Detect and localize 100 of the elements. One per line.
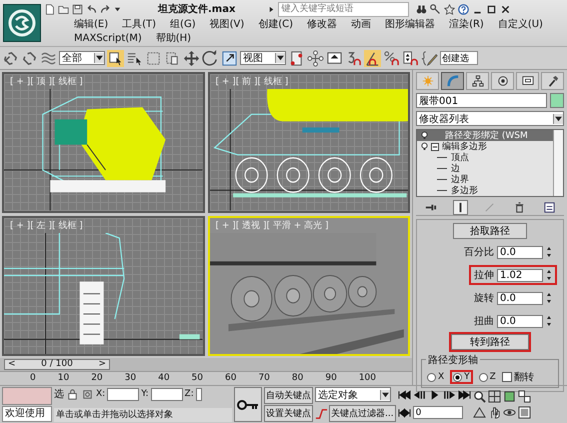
binoculars-icon[interactable] [416,4,428,14]
spinner-row[interactable]: 拉伸 1.02 [469,265,557,285]
save-icon[interactable] [72,4,83,14]
search-field[interactable]: 键入关键字或短语 [278,2,410,16]
key-mode-dropdown[interactable]: 选定对象 [315,387,391,402]
coordinate-field[interactable] [196,388,202,400]
selection-filter-dropdown[interactable]: 全部 [59,51,105,65]
open-folder-icon[interactable] [58,4,69,14]
wave-icon[interactable] [40,50,57,66]
axis-radio[interactable]: Z [478,372,496,382]
show-end-result-icon[interactable] [454,201,467,214]
rectangle-selection-icon[interactable] [145,50,162,66]
viewport-label[interactable]: [ + ][ 前 ][ 线框 ] [210,74,408,89]
spinner-row[interactable]: 百分比 0.0 [459,242,557,262]
spinner-arrows-icon[interactable] [546,315,552,327]
app-logo-icon[interactable] [3,4,41,42]
help-icon[interactable] [458,4,470,14]
viewport-label[interactable]: [ + ][ 顶 ][ 线框 ] [4,74,202,89]
modifier-stack-item[interactable]: 路径变形绑定 (WSM [417,130,553,141]
time-slider-thumb[interactable]: < 0 / 100 > [4,359,110,370]
spinner-row[interactable]: 扭曲 0.0 [469,311,557,331]
pick-path-button[interactable]: 拾取路径 [453,223,527,239]
align-icon[interactable] [326,50,343,66]
spinner-row[interactable]: 旋转 0.0 [469,288,557,308]
undo-icon[interactable] [86,4,97,14]
set-key-button[interactable] [234,387,262,422]
next-frame-icon[interactable] [442,390,456,400]
dropdown-caret-icon[interactable] [275,53,285,63]
lightbulb-icon[interactable] [421,131,428,140]
auto-key-button[interactable]: 自动关键点 [264,387,313,404]
zoom-extents-icon[interactable] [502,390,516,403]
go-to-start-icon[interactable] [398,390,411,400]
axis-radio[interactable]: X [427,372,444,382]
star-icon[interactable] [444,4,456,14]
menu-item[interactable]: 编辑(E) [74,18,108,31]
link-icon[interactable] [2,50,19,66]
maximize-viewport-icon[interactable] [518,406,531,419]
zoom-all-icon[interactable] [488,390,501,403]
modifier-list-dropdown[interactable]: 修改器列表 [416,111,564,126]
zoom-extents-all-icon[interactable] [518,390,531,403]
modifier-stack-item[interactable]: 编辑多边形 [417,141,553,152]
spinner-field[interactable]: 0.0 [497,314,543,328]
sub-object-item[interactable]: 多边形 [417,185,553,196]
stack-scrollbar[interactable] [553,130,563,196]
tangent-curve-icon[interactable] [315,407,328,420]
move-icon[interactable] [183,50,200,66]
configure-sets-icon[interactable] [542,201,556,214]
utilities-tab[interactable] [541,72,564,90]
close-icon[interactable] [500,4,512,14]
go-to-end-icon[interactable] [458,390,471,400]
circle-icon[interactable] [496,75,508,87]
collapse-box-icon[interactable] [431,142,439,150]
dropdown-caret-icon[interactable] [94,53,104,63]
menu-item[interactable]: 帮助(H) [156,32,192,45]
menu-item[interactable]: 渲染(R) [449,18,484,31]
set-key-mode-button[interactable]: 设置关键点 [264,405,313,422]
sub-object-item[interactable]: 顶点 [417,152,553,163]
spinner-field[interactable]: 1.02 [497,268,543,282]
hammer-icon[interactable] [546,75,558,87]
scale-icon[interactable] [221,50,238,66]
percent-snap-icon[interactable] [383,50,400,66]
motion-tab[interactable] [491,72,514,90]
pivot-center-icon[interactable] [288,50,305,66]
spinner-field[interactable]: 0.0 [497,292,543,304]
new-file-icon[interactable] [44,4,55,14]
zoom-icon[interactable] [472,390,486,403]
dropdown-caret-icon[interactable] [114,6,121,12]
selection-lock-label[interactable]: 选 [54,387,64,401]
object-color-swatch[interactable] [550,93,564,108]
flip-checkbox[interactable]: 翻转 [502,370,534,384]
edit-named-selection-icon[interactable] [421,50,438,66]
viewport[interactable]: [ + ][ 前 ][ 线框 ] [208,72,410,212]
spinner-field[interactable]: 0.0 [497,246,543,258]
unlink-icon[interactable] [21,50,38,66]
menu-item[interactable]: 创建(C) [258,18,294,31]
previous-frame-icon[interactable] [412,390,426,400]
menu-item[interactable]: 动画 [351,18,372,31]
rotate-icon[interactable] [202,50,219,66]
viewport[interactable]: [ + ][ 左 ][ 线框 ] [2,216,204,356]
current-frame-field[interactable]: 0 [412,406,463,419]
spinner-arrows-icon[interactable] [546,292,552,304]
viewport[interactable]: [ + ][ 顶 ][ 线框 ] [2,72,204,212]
field-of-view-icon[interactable] [472,406,486,419]
expand-arrow-icon[interactable] [268,6,276,12]
menu-item[interactable]: MAXScript(M) [74,32,142,45]
menu-item[interactable]: 自定义(U) [498,18,543,31]
monitor-icon[interactable] [522,75,534,87]
angle-snap-icon[interactable] [364,50,381,66]
dropdown-caret-icon[interactable] [380,390,390,400]
coordinate-field[interactable] [150,388,183,400]
menu-item[interactable]: 修改器 [307,18,338,31]
key-filters-button[interactable]: 关键点过滤器... [329,405,396,422]
key-mode-toggle-icon[interactable] [398,408,411,418]
display-tab[interactable] [516,72,539,90]
move-to-path-button[interactable]: 转到路径 [451,334,529,350]
viewport-label[interactable]: [ + ][ 左 ][ 线框 ] [4,218,202,232]
coordinate-field[interactable] [107,388,140,400]
menu-item[interactable]: 组(G) [170,18,196,31]
select-object-icon[interactable] [107,50,124,66]
menu-item[interactable]: 工具(T) [122,18,156,31]
